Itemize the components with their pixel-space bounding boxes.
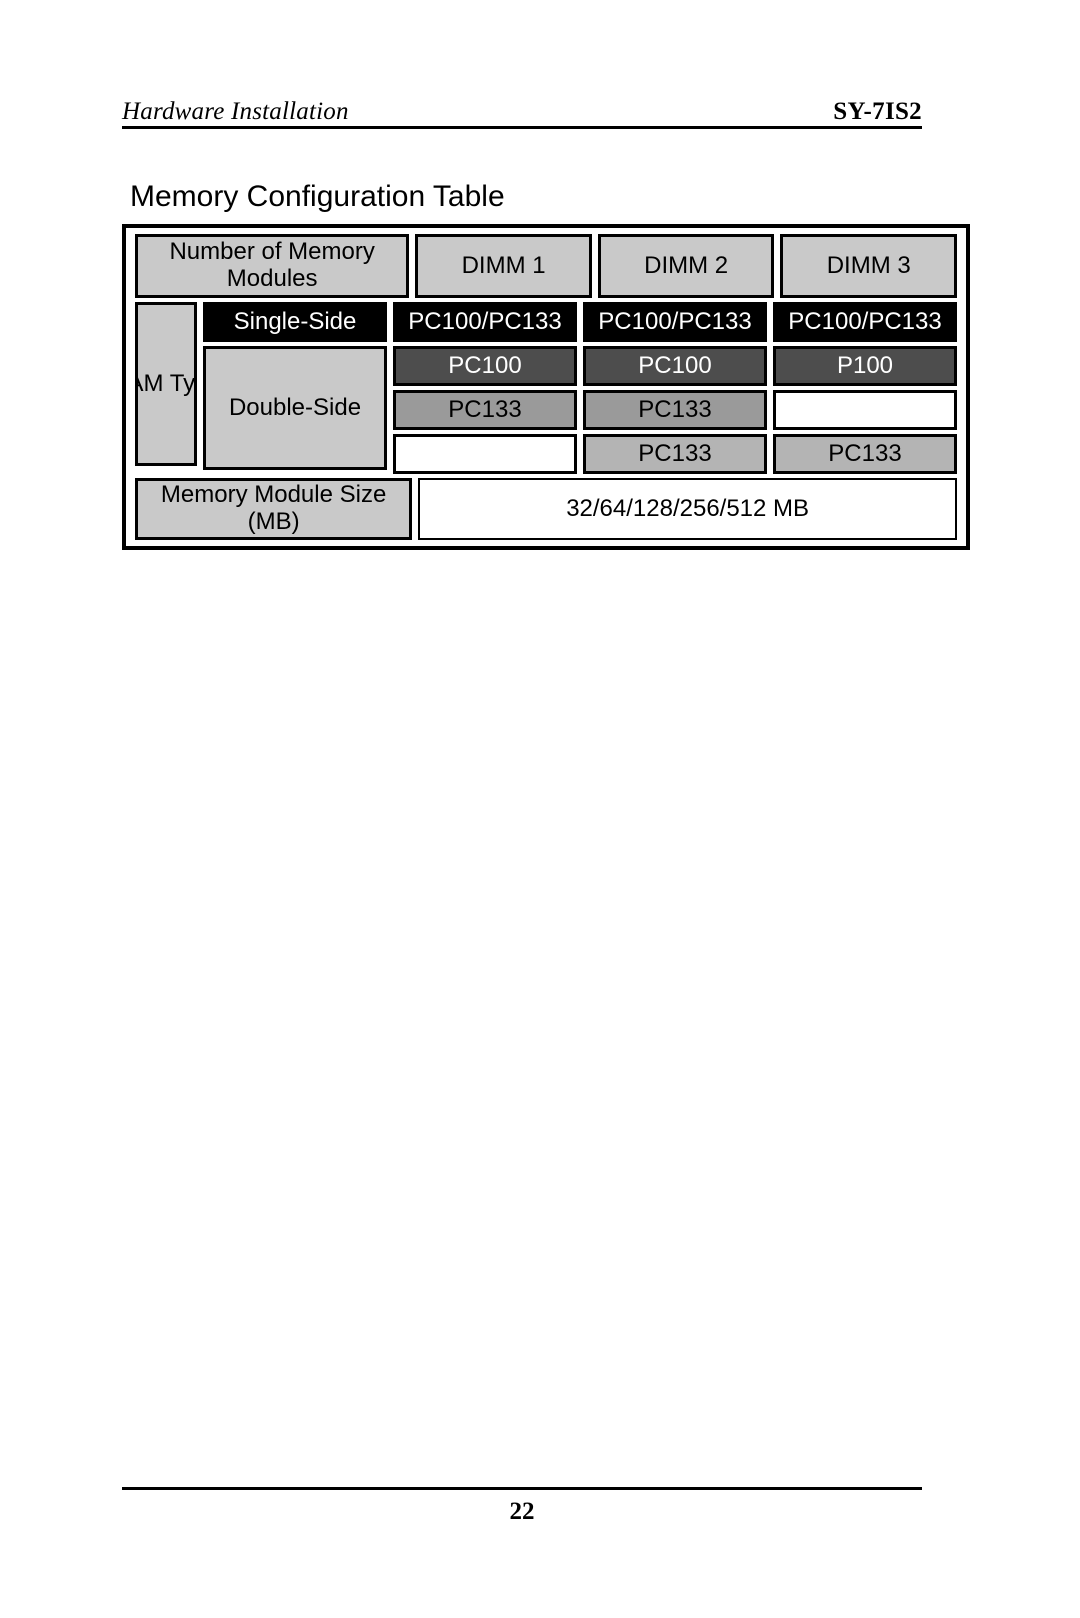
- row-header-single-side: Single-Side: [203, 302, 387, 342]
- cell-double-side-r2-dimm2: PC133: [583, 390, 767, 430]
- cell-double-side-r1-dimm1: PC100: [393, 346, 577, 386]
- page-running-header: Hardware Installation SY-7IS2: [122, 82, 922, 129]
- header-cell-dimm1: DIMM 1: [415, 234, 592, 298]
- row-header-ram-type: RAM Type: [135, 302, 197, 466]
- cell-double-side-r3-dimm2: PC133: [583, 434, 767, 474]
- header-cell-dimm2: DIMM 2: [597, 234, 775, 298]
- header-cell-dimm3: DIMM 3: [780, 234, 957, 298]
- ram-type-rows: Single-Side PC100/PC133 PC100/PC133 PC10…: [200, 300, 960, 476]
- row-header-double-side: Double-Side: [203, 346, 387, 470]
- cell-single-side-dimm2: PC100/PC133: [583, 302, 767, 342]
- table-row-module-size: Memory Module Size (MB) 32/64/128/256/51…: [126, 476, 966, 542]
- page-number: 22: [509, 1498, 535, 1525]
- cell-module-size-value: 32/64/128/256/512 MB: [418, 478, 957, 540]
- table-row: PC100/PC133 PC100/PC133 PC100/PC133: [390, 300, 960, 344]
- cell-double-side-r2-dimm3: [773, 390, 957, 430]
- memory-configuration-table: Number of Memory Modules DIMM 1 DIMM 2 D…: [122, 224, 970, 550]
- table-row: PC133 PC133: [390, 432, 960, 476]
- table-row-double-side: Double-Side PC100 PC100 P100 PC133 PC133: [200, 344, 960, 476]
- table-row-single-side: Single-Side PC100/PC133 PC100/PC133 PC10…: [200, 300, 960, 344]
- table-header-row: Number of Memory Modules DIMM 1 DIMM 2 D…: [126, 232, 966, 300]
- row-header-module-size: Memory Module Size (MB): [135, 478, 413, 540]
- header-model-number: SY-7IS2: [833, 98, 922, 125]
- double-side-values: PC100 PC100 P100 PC133 PC133 PC133 PC133: [390, 344, 960, 476]
- cell-double-side-r3-dimm1: [393, 434, 577, 474]
- cell-double-side-r1-dimm3: P100: [773, 346, 957, 386]
- cell-double-side-r2-dimm1: PC133: [393, 390, 577, 430]
- header-cell-module-count: Number of Memory Modules: [135, 234, 410, 298]
- single-side-values: PC100/PC133 PC100/PC133 PC100/PC133: [390, 300, 960, 344]
- table-row: PC100 PC100 P100: [390, 344, 960, 388]
- cell-single-side-dimm1: PC100/PC133: [393, 302, 577, 342]
- cell-double-side-r3-dimm3: PC133: [773, 434, 957, 474]
- footer-divider: [122, 1487, 922, 1490]
- cell-single-side-dimm3: PC100/PC133: [773, 302, 957, 342]
- table-row: PC133 PC133: [390, 388, 960, 432]
- cell-double-side-r1-dimm2: PC100: [583, 346, 767, 386]
- ram-type-block: RAM Type Single-Side PC100/PC133 PC100/P…: [126, 300, 966, 476]
- header-section-title: Hardware Installation: [122, 98, 349, 125]
- page-title: Memory Configuration Table: [130, 180, 505, 213]
